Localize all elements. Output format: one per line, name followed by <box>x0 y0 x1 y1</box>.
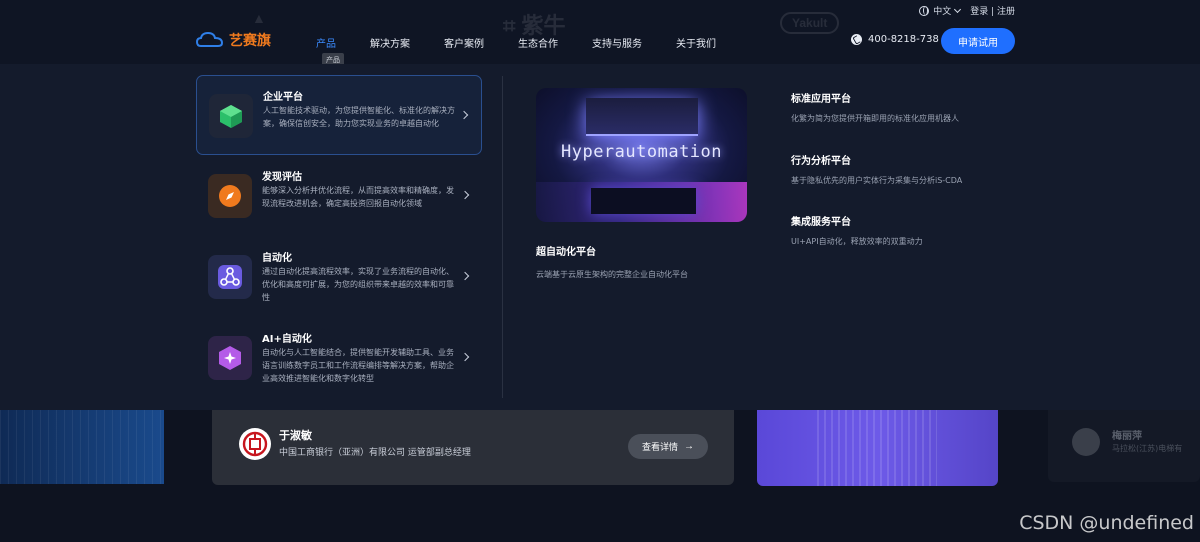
menu-item-desc: 自动化与人工智能结合，提供智能开发辅助工具、业务语言训练数字员工和工作流程编排等… <box>262 348 454 383</box>
language-label: 中文 <box>933 7 952 17</box>
phone-number: 400-8218-738 <box>868 34 939 45</box>
menu-item-title: AI+自动化 <box>262 334 312 345</box>
hyperautomation-image[interactable]: Hyperautomation <box>536 88 747 222</box>
platform-item[interactable]: 行为分析平台 基于隐私优先的用户实体行为采集与分析iS-CDA <box>791 152 962 186</box>
menu-item-desc: 通过自动化提高流程效率，实现了业务流程的自动化、优化和高度可扩展，为您的组织带来… <box>262 267 454 302</box>
platform-desc: 基于隐私优先的用户实体行为采集与分析iS-CDA <box>791 176 963 185</box>
page: ▲ ⌗ 紫牛 Yakult 中文 登录 | 注册 艺赛旗 产品 解决方案 客户案… <box>0 0 1200 542</box>
arrow-right-icon: → <box>684 441 694 452</box>
testimonial-role: 中国工商银行（亚洲）有限公司 运管部副总经理 <box>279 448 471 458</box>
header: 艺赛旗 产品 解决方案 客户案例 生态合作 支持与服务 关于我们 400-821… <box>0 22 1200 60</box>
sparkle-icon <box>208 336 252 380</box>
menu-item-title: 企业平台 <box>263 92 303 103</box>
brand-name: 艺赛旗 <box>229 33 271 49</box>
platform-desc: 化繁为简为您提供开箱即用的标准化应用机器人 <box>791 114 959 123</box>
apply-trial-button[interactable]: 申请试用 <box>941 28 1015 54</box>
menu-item-title: 自动化 <box>262 253 292 264</box>
menu-item-title: 发现评估 <box>262 172 302 183</box>
icbc-logo-icon <box>239 428 271 460</box>
menu-item-enterprise-platform[interactable]: 企业平台 人工智能技术驱动，为您提供智能化、标准化的解决方案，确保信创安全，助力… <box>196 75 482 155</box>
nav-item-products[interactable]: 产品 <box>316 35 336 50</box>
menu-item-desc: 能够深入分析并优化流程，从而提高效率和精确度，发现流程改进机会，确定高投资回报自… <box>262 186 454 208</box>
testimonial-role: 马拉松(江苏)电梯有 <box>1112 444 1183 453</box>
watermark: CSDN @undefined <box>1019 512 1194 534</box>
hero-image-text: Hyperautomation <box>560 142 723 162</box>
menu-item-discovery[interactable]: 发现评估 能够深入分析并优化流程，从而提高效率和精确度，发现流程改进机会，确定高… <box>196 156 482 236</box>
view-details-label: 查看详情 <box>641 442 678 452</box>
building-image <box>757 410 998 486</box>
testimonial-name: 梅丽萍 <box>1112 431 1142 442</box>
logo[interactable]: 艺赛旗 <box>196 30 271 50</box>
testimonial-name: 于淑敏 <box>279 429 312 442</box>
building-image <box>0 410 164 484</box>
nav-item-support[interactable]: 支持与服务 <box>592 35 642 50</box>
chevron-down-icon <box>954 5 962 13</box>
menu-item-ai-automation[interactable]: AI+自动化 自动化与人工智能结合，提供智能开发辅助工具、业务语言训练数字员工和… <box>196 318 482 398</box>
language-switcher[interactable]: 中文 <box>919 4 962 17</box>
divider <box>502 76 503 398</box>
view-details-button[interactable]: 查看详情 → <box>628 434 708 459</box>
contact-phone: 400-8218-738 <box>851 34 939 45</box>
hero-block <box>591 188 696 214</box>
testimonial-card: 于淑敏 中国工商银行（亚洲）有限公司 运管部副总经理 查看详情 → <box>212 410 734 485</box>
chevron-right-icon <box>460 271 470 281</box>
chevron-right-icon <box>460 190 470 200</box>
main-nav: 产品 解决方案 客户案例 生态合作 支持与服务 关于我们 <box>316 35 750 50</box>
platform-item[interactable]: 集成服务平台 UI+API自动化，释放效率的双重动力 <box>791 213 923 247</box>
menu-item-automation[interactable]: 自动化 通过自动化提高流程效率，实现了业务流程的自动化、优化和高度可扩展，为您的… <box>196 237 482 317</box>
platform-desc: UI+API自动化，释放效率的双重动力 <box>791 237 923 246</box>
globe-icon <box>919 5 930 16</box>
chevron-right-icon <box>459 110 469 120</box>
nav-item-solutions[interactable]: 解决方案 <box>370 35 410 50</box>
phone-icon <box>851 34 862 45</box>
featured-desc: 云端基于云原生架构的完整企业自动化平台 <box>536 270 688 279</box>
testimonial-card-faded: 梅丽萍 马拉松(江苏)电梯有 <box>1048 410 1200 482</box>
chevron-right-icon <box>460 352 470 362</box>
avatar <box>1072 428 1100 456</box>
hero-slab <box>586 98 698 136</box>
platform-item[interactable]: 标准应用平台 化繁为简为您提供开箱即用的标准化应用机器人 <box>791 90 959 124</box>
compass-icon <box>208 174 252 218</box>
workflow-icon <box>208 255 252 299</box>
nav-item-ecosystem[interactable]: 生态合作 <box>518 35 558 50</box>
platform-title: 集成服务平台 <box>791 217 851 228</box>
platform-title: 行为分析平台 <box>791 156 851 167</box>
platform-title: 标准应用平台 <box>791 94 851 105</box>
cloud-logo-icon <box>196 31 224 47</box>
nav-item-cases[interactable]: 客户案例 <box>444 35 484 50</box>
featured-title[interactable]: 超自动化平台 <box>536 243 596 258</box>
cube-icon <box>209 94 253 138</box>
nav-item-about[interactable]: 关于我们 <box>676 35 716 50</box>
login-register-link[interactable]: 登录 | 注册 <box>970 4 1015 17</box>
menu-item-desc: 人工智能技术驱动，为您提供智能化、标准化的解决方案，确保信创安全，助力您实现业务… <box>263 106 455 128</box>
utility-bar: 中文 登录 | 注册 <box>919 4 1015 17</box>
